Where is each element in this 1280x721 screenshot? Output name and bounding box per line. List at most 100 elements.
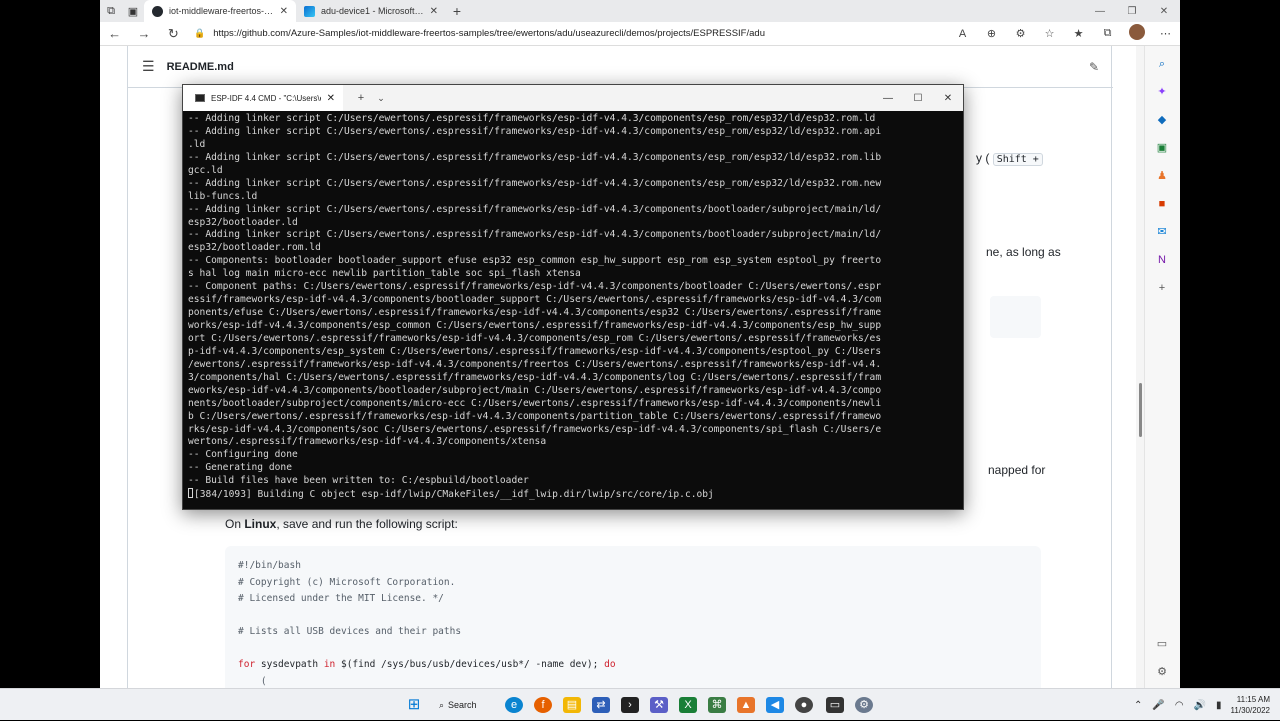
terminal-line: gcc.ld [188,164,223,176]
collections-icon[interactable]: ⧉ [1093,27,1122,40]
back-icon[interactable]: ← [100,26,129,41]
chevron-up-icon[interactable]: ⌃ [1134,700,1142,711]
office-icon[interactable]: ■ [1154,196,1170,212]
network-app-icon[interactable]: ⌘ [708,697,726,713]
clock-date: 11/30/2022 [1230,706,1270,715]
firefox-icon[interactable]: f [534,697,552,713]
chevron-down-icon[interactable]: ⌄ [371,93,391,104]
tab-github[interactable]: iot-middleware-freertos-sample... ✕ [144,0,296,22]
terminal-tab[interactable]: ESP-IDF 4.4 CMD - "C:\Users\e ✕ [183,85,343,111]
split-screen-icon[interactable]: ▭ [1154,636,1170,652]
close-tab-icon[interactable]: ✕ [327,93,335,104]
address-bar: ← → ↻ 🔒 https://github.com/Azure-Samples… [100,22,1180,46]
url-text: https://github.com/Azure-Samples/iot-mid… [213,28,765,39]
edge-icon[interactable]: e [505,697,523,713]
page-scrollbar[interactable] [1136,46,1144,688]
remote-desktop-icon[interactable]: ⇄ [592,697,610,713]
close-icon[interactable]: ✕ [1148,6,1180,17]
refresh-icon[interactable]: ↻ [159,26,188,42]
close-tab-icon[interactable]: ✕ [280,6,288,17]
favorite-icon[interactable]: ☆ [1035,27,1064,40]
tools-app-icon[interactable]: ⚒ [650,697,668,713]
profile-avatar[interactable] [1122,24,1151,43]
volume-icon[interactable]: 🔊 [1194,700,1206,711]
wifi-icon[interactable]: ◠ [1175,700,1184,711]
terminal-line: -- Components: bootloader bootloader_sup… [188,255,882,267]
more-icon[interactable]: ⋯ [1151,27,1180,40]
tab-azure[interactable]: adu-device1 - Microsoft Azure ✕ [296,0,446,22]
outlook-icon[interactable]: ✉ [1154,224,1170,240]
terminal-window[interactable]: ESP-IDF 4.4 CMD - "C:\Users\e ✕ + ⌄ — ☐ … [182,84,964,510]
vscode-icon[interactable]: ◀ [766,697,784,713]
azure-icon [304,5,315,17]
readme-header: ☰ README.md ✎ [128,46,1113,88]
tools-icon[interactable]: ▣ [1154,140,1170,156]
terminal-line: -- Generating done [188,462,292,474]
new-tab-button[interactable]: + [446,3,468,19]
terminal-titlebar: ESP-IDF 4.4 CMD - "C:\Users\e ✕ + ⌄ — ☐ … [183,85,963,111]
search-icon[interactable]: ⌕ [1154,56,1170,72]
file-explorer-icon[interactable]: ▤ [563,697,581,713]
address-tools: A ⊕ ⚙ ☆ ★ ⧉ ⋯ [948,24,1180,43]
tracking-icon[interactable]: ⚙ [1006,27,1035,40]
microphone-icon[interactable]: 🎤 [1152,700,1164,711]
add-icon[interactable]: + [1154,280,1170,296]
terminal-line: essif/frameworks/esp-idf-v4.4.3/componen… [188,294,882,306]
start-icon[interactable]: ⊞ [405,697,423,713]
copilot-icon[interactable]: ✦ [1154,84,1170,100]
scrollbar-thumb[interactable] [1139,383,1142,437]
settings-icon[interactable]: ⚙ [1154,664,1170,680]
zoom-icon[interactable]: ⊕ [977,27,1006,40]
vlc-icon[interactable]: ▲ [737,697,755,713]
new-terminal-tab-button[interactable]: + [351,92,371,104]
terminal-app-icon[interactable]: › [621,697,639,713]
terminal-line: p-idf-v4.4.3/components/esp_system C:/Us… [188,345,882,357]
maximize-icon[interactable]: ☐ [903,93,933,104]
linux-instruction: On Linux, save and run the following scr… [225,517,458,531]
taskbar-search[interactable]: ⌕ Search [439,696,491,714]
shopping-icon[interactable]: ◆ [1154,112,1170,128]
workspaces-icon[interactable]: ⧉ [100,0,122,22]
restore-icon[interactable]: ❐ [1116,6,1148,17]
terminal-line: -- Adding linker script C:/Users/ewerton… [188,203,882,215]
outline-icon[interactable]: ☰ [142,58,155,75]
favorites-list-icon[interactable]: ★ [1064,27,1093,40]
tab-title: iot-middleware-freertos-sample... [169,6,274,16]
readme-text-fragment: napped for [988,463,1046,477]
terminal-line: -- Component paths: C:/Users/ewertons/.e… [188,281,882,293]
edit-pencil-icon[interactable]: ✎ [1089,60,1099,74]
settings-app-icon[interactable]: ⚙ [855,697,873,713]
tab-strip: ⧉ ▣ iot-middleware-freertos-sample... ✕ … [100,0,1180,22]
terminal-line: .ld [188,138,206,150]
terminal-line: /ewertons/.espressif/frameworks/esp-idf-… [188,358,882,370]
clock-time: 11:15 AM [1236,695,1270,704]
forward-icon[interactable]: → [129,26,158,41]
browser-window: ⧉ ▣ iot-middleware-freertos-sample... ✕ … [100,0,1180,720]
terminal-line: -- Adding linker script C:/Users/ewerton… [188,113,876,124]
code-line: #!/bin/bash [238,560,301,571]
taskbar: ⊞ ⌕ Search e f ▤ ⇄ › ⚒ X ⌘ ▲ ◀ ● ▭ ⚙ ⌃ 🎤… [0,688,1280,720]
terminal-line: -- Adding linker script C:/Users/ewerton… [188,177,882,189]
tab-actions-icon[interactable]: ▣ [122,0,144,22]
close-tab-icon[interactable]: ✕ [430,6,438,17]
excel-icon[interactable]: X [679,697,697,713]
onenote-icon[interactable]: N [1154,252,1170,268]
terminal-line: wertons/.espressif/frameworks/esp-idf-v4… [188,436,547,448]
terminal-line: s hal log main micro-ecc newlib partitio… [188,268,581,280]
battery-icon[interactable]: ▮ [1216,700,1222,711]
code-line: # Copyright (c) Microsoft Corporation. [238,576,456,588]
github-desktop-icon[interactable]: ● [795,697,813,713]
games-icon[interactable]: ♟ [1154,168,1170,184]
url-field[interactable]: 🔒 https://github.com/Azure-Samples/iot-m… [188,24,948,44]
github-icon [152,5,163,17]
terminal-output[interactable]: -- Adding linker script C:/Users/ewerton… [183,111,963,501]
close-icon[interactable]: ✕ [933,93,963,104]
minimize-icon[interactable]: — [1084,6,1116,17]
cmd-icon [195,94,205,102]
code-line: # Lists all USB devices and their paths [238,626,462,637]
clock[interactable]: 11:15 AM 11/30/2022 [1231,694,1270,716]
minimize-icon[interactable]: — [873,93,903,104]
active-terminal-icon[interactable]: ▭ [826,697,844,713]
read-aloud-icon[interactable]: A [948,28,977,40]
